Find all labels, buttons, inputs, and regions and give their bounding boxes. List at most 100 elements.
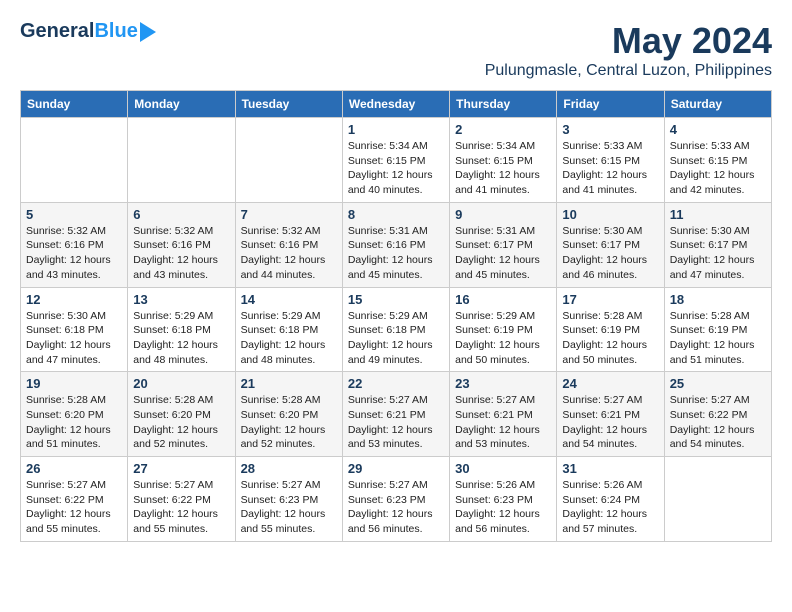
cell-day-info: Sunrise: 5:30 AM Sunset: 6:17 PM Dayligh… [562, 224, 658, 283]
cell-day-info: Sunrise: 5:27 AM Sunset: 6:23 PM Dayligh… [348, 478, 444, 537]
day-header-thursday: Thursday [450, 91, 557, 118]
cell-day-info: Sunrise: 5:27 AM Sunset: 6:21 PM Dayligh… [562, 393, 658, 452]
logo-arrow-icon [140, 22, 156, 42]
day-header-monday: Monday [128, 91, 235, 118]
cell-day-info: Sunrise: 5:26 AM Sunset: 6:24 PM Dayligh… [562, 478, 658, 537]
calendar-cell: 4Sunrise: 5:33 AM Sunset: 6:15 PM Daylig… [664, 118, 771, 203]
cell-day-number: 23 [455, 376, 551, 391]
cell-day-info: Sunrise: 5:28 AM Sunset: 6:20 PM Dayligh… [26, 393, 122, 452]
cell-day-info: Sunrise: 5:31 AM Sunset: 6:17 PM Dayligh… [455, 224, 551, 283]
calendar-cell: 25 Sunrise: 5:27 AM Sunset: 6:22 PM Dayli… [664, 372, 771, 457]
calendar-title: May 2024 [485, 20, 772, 62]
calendar-cell: 15 Sunrise: 5:29 AM Sunset: 6:18 PM Dayli… [342, 287, 449, 372]
cell-day-number: 30 [455, 461, 551, 476]
cell-day-number: 14 [241, 292, 337, 307]
cell-day-number: 11 [670, 207, 766, 222]
cell-day-number: 18 [670, 292, 766, 307]
title-area: May 2024 Pulungmasle, Central Luzon, Phi… [485, 20, 772, 80]
calendar-cell [664, 457, 771, 542]
cell-day-info: Sunrise: 5:29 AM Sunset: 6:18 PM Dayligh… [348, 309, 444, 368]
cell-day-number: 29 [348, 461, 444, 476]
cell-day-number: 31 [562, 461, 658, 476]
calendar-cell: 23Sunrise: 5:27 AM Sunset: 6:21 PM Dayli… [450, 372, 557, 457]
calendar-cell: 27 Sunrise: 5:27 AM Sunset: 6:22 PM Dayli… [128, 457, 235, 542]
calendar-cell: 6 Sunrise: 5:32 AM Sunset: 6:16 PM Daylig… [128, 202, 235, 287]
cell-day-info: Sunrise: 5:27 AM Sunset: 6:21 PM Dayligh… [348, 393, 444, 452]
day-header-saturday: Saturday [664, 91, 771, 118]
calendar-cell: 9 Sunrise: 5:31 AM Sunset: 6:17 PM Daylig… [450, 202, 557, 287]
calendar-week-4: 19Sunrise: 5:28 AM Sunset: 6:20 PM Dayli… [21, 372, 772, 457]
cell-day-info: Sunrise: 5:32 AM Sunset: 6:16 PM Dayligh… [133, 224, 229, 283]
calendar-cell: 18Sunrise: 5:28 AM Sunset: 6:19 PM Dayli… [664, 287, 771, 372]
cell-day-number: 25 [670, 376, 766, 391]
cell-day-info: Sunrise: 5:32 AM Sunset: 6:16 PM Dayligh… [241, 224, 337, 283]
cell-day-info: Sunrise: 5:28 AM Sunset: 6:20 PM Dayligh… [133, 393, 229, 452]
cell-day-number: 12 [26, 292, 122, 307]
calendar-cell: 1Sunrise: 5:34 AM Sunset: 6:15 PM Daylig… [342, 118, 449, 203]
cell-day-info: Sunrise: 5:28 AM Sunset: 6:19 PM Dayligh… [562, 309, 658, 368]
cell-day-number: 9 [455, 207, 551, 222]
calendar-week-3: 12 Sunrise: 5:30 AM Sunset: 6:18 PM Dayli… [21, 287, 772, 372]
calendar-cell: 8Sunrise: 5:31 AM Sunset: 6:16 PM Daylig… [342, 202, 449, 287]
cell-day-number: 17 [562, 292, 658, 307]
calendar-cell: 24 Sunrise: 5:27 AM Sunset: 6:21 PM Dayli… [557, 372, 664, 457]
calendar-cell: 5Sunrise: 5:32 AM Sunset: 6:16 PM Daylig… [21, 202, 128, 287]
calendar-cell: 26Sunrise: 5:27 AM Sunset: 6:22 PM Dayli… [21, 457, 128, 542]
calendar-cell: 10 Sunrise: 5:30 AM Sunset: 6:17 PM Dayli… [557, 202, 664, 287]
calendar-cell: 14 Sunrise: 5:29 AM Sunset: 6:18 PM Dayli… [235, 287, 342, 372]
cell-day-info: Sunrise: 5:29 AM Sunset: 6:19 PM Dayligh… [455, 309, 551, 368]
cell-day-number: 20 [133, 376, 229, 391]
cell-day-info: Sunrise: 5:27 AM Sunset: 6:22 PM Dayligh… [670, 393, 766, 452]
cell-day-number: 3 [562, 122, 658, 137]
cell-day-number: 28 [241, 461, 337, 476]
cell-day-info: Sunrise: 5:28 AM Sunset: 6:20 PM Dayligh… [241, 393, 337, 452]
logo-general: GeneralBlue [20, 20, 138, 43]
calendar-cell: 13Sunrise: 5:29 AM Sunset: 6:18 PM Dayli… [128, 287, 235, 372]
day-header-tuesday: Tuesday [235, 91, 342, 118]
cell-day-info: Sunrise: 5:30 AM Sunset: 6:18 PM Dayligh… [26, 309, 122, 368]
cell-day-info: Sunrise: 5:26 AM Sunset: 6:23 PM Dayligh… [455, 478, 551, 537]
cell-day-number: 22 [348, 376, 444, 391]
cell-day-number: 10 [562, 207, 658, 222]
cell-day-number: 6 [133, 207, 229, 222]
cell-day-info: Sunrise: 5:29 AM Sunset: 6:18 PM Dayligh… [241, 309, 337, 368]
cell-day-number: 13 [133, 292, 229, 307]
cell-day-info: Sunrise: 5:33 AM Sunset: 6:15 PM Dayligh… [562, 139, 658, 198]
calendar-table: SundayMondayTuesdayWednesdayThursdayFrid… [20, 90, 772, 542]
calendar-body: 1Sunrise: 5:34 AM Sunset: 6:15 PM Daylig… [21, 118, 772, 542]
calendar-cell: 22 Sunrise: 5:27 AM Sunset: 6:21 PM Dayli… [342, 372, 449, 457]
calendar-cell: 19Sunrise: 5:28 AM Sunset: 6:20 PM Dayli… [21, 372, 128, 457]
calendar-cell [235, 118, 342, 203]
header: GeneralBlue May 2024 Pulungmasle, Centra… [20, 20, 772, 80]
cell-day-number: 7 [241, 207, 337, 222]
cell-day-info: Sunrise: 5:31 AM Sunset: 6:16 PM Dayligh… [348, 224, 444, 283]
calendar-week-2: 5 Sunrise: 5:32 AM Sunset: 6:16 PM Daylig… [21, 202, 772, 287]
cell-day-number: 16 [455, 292, 551, 307]
logo: GeneralBlue [20, 20, 156, 43]
cell-day-info: Sunrise: 5:34 AM Sunset: 6:15 PM Dayligh… [348, 139, 444, 198]
cell-day-info: Sunrise: 5:27 AM Sunset: 6:22 PM Dayligh… [133, 478, 229, 537]
cell-day-info: Sunrise: 5:27 AM Sunset: 6:23 PM Dayligh… [241, 478, 337, 537]
cell-day-info: Sunrise: 5:27 AM Sunset: 6:22 PM Dayligh… [26, 478, 122, 537]
cell-day-number: 15 [348, 292, 444, 307]
calendar-cell: 11 Sunrise: 5:30 AM Sunset: 6:17 PM Dayli… [664, 202, 771, 287]
day-header-wednesday: Wednesday [342, 91, 449, 118]
calendar-subtitle: Pulungmasle, Central Luzon, Philippines [485, 62, 772, 80]
calendar-cell: 31 Sunrise: 5:26 AM Sunset: 6:24 PM Dayli… [557, 457, 664, 542]
day-header-friday: Friday [557, 91, 664, 118]
calendar-cell: 7 Sunrise: 5:32 AM Sunset: 6:16 PM Daylig… [235, 202, 342, 287]
calendar-cell: 29 Sunrise: 5:27 AM Sunset: 6:23 PM Dayli… [342, 457, 449, 542]
calendar-header: SundayMondayTuesdayWednesdayThursdayFrid… [21, 91, 772, 118]
calendar-cell: 20 Sunrise: 5:28 AM Sunset: 6:20 PM Dayli… [128, 372, 235, 457]
cell-day-number: 24 [562, 376, 658, 391]
calendar-cell: 21 Sunrise: 5:28 AM Sunset: 6:20 PM Dayli… [235, 372, 342, 457]
cell-day-number: 21 [241, 376, 337, 391]
calendar-cell: 30 Sunrise: 5:26 AM Sunset: 6:23 PM Dayli… [450, 457, 557, 542]
calendar-cell: 3 Sunrise: 5:33 AM Sunset: 6:15 PM Daylig… [557, 118, 664, 203]
cell-day-number: 27 [133, 461, 229, 476]
calendar-cell: 28 Sunrise: 5:27 AM Sunset: 6:23 PM Dayli… [235, 457, 342, 542]
calendar-cell [128, 118, 235, 203]
cell-day-info: Sunrise: 5:30 AM Sunset: 6:17 PM Dayligh… [670, 224, 766, 283]
cell-day-number: 5 [26, 207, 122, 222]
calendar-cell: 2Sunrise: 5:34 AM Sunset: 6:15 PM Daylig… [450, 118, 557, 203]
